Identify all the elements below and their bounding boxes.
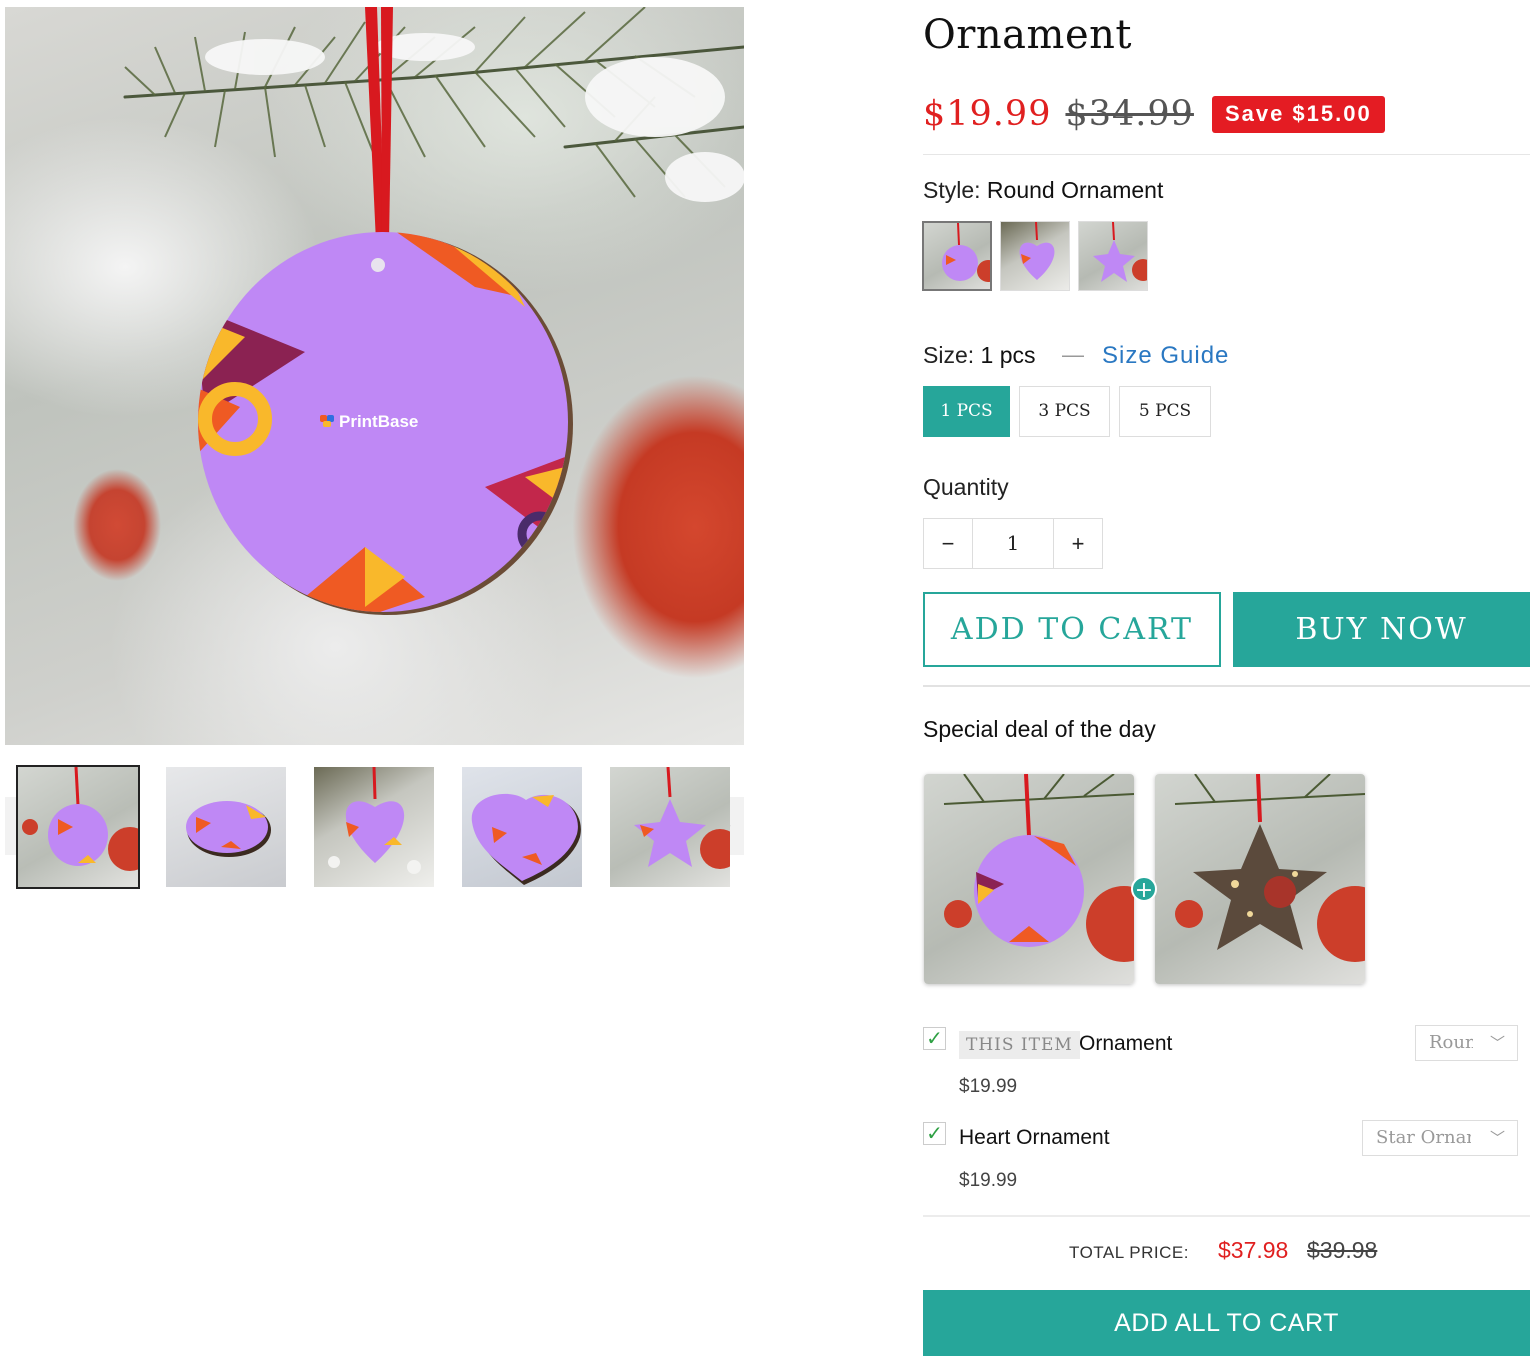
style-option-label: Style: Round Ornament (923, 177, 1163, 204)
thumbnail-4[interactable] (462, 767, 582, 887)
size-option-1-pcs[interactable]: 1 PCS (923, 386, 1010, 437)
star-ornament-deal-image (1174, 774, 1365, 962)
flat-heart-ornament-thumbnail-image (471, 793, 581, 885)
buy-now-button[interactable]: BUY NOW (1233, 592, 1530, 667)
round-ornament-thumbnail-image (22, 767, 138, 871)
total-price-label: TOTAL PRICE: (1069, 1243, 1189, 1262)
divider (923, 1215, 1530, 1217)
deal-item-2-name: Heart Ornament (959, 1126, 1110, 1149)
heart-ornament-tree-thumbnail-image (328, 767, 421, 874)
checkmark-icon: ✓ (926, 1121, 943, 1145)
deal-item-1-name: Ornament (1079, 1032, 1173, 1055)
quantity-decrease-button[interactable]: − (924, 519, 973, 568)
quantity-stepper: − 1 + (923, 518, 1103, 569)
chevron-down-icon: ﹀ (1489, 1129, 1505, 1147)
save-badge: Save $15.00 (1211, 95, 1385, 133)
main-product-image[interactable]: PrintBase (5, 7, 744, 745)
size-label: Size: (923, 342, 975, 368)
thumbnail-2[interactable] (166, 767, 286, 887)
deal-item-1-checkbox[interactable]: ✓ (923, 1027, 946, 1050)
thumbnail-5[interactable] (610, 767, 730, 887)
compare-price: $34.99 (1065, 94, 1194, 134)
style-swatch-star[interactable] (1078, 221, 1148, 291)
size-option-5-pcs[interactable]: 5 PCS (1119, 386, 1211, 437)
style-swatch-round[interactable] (922, 221, 992, 291)
plus-icon: + (1131, 876, 1157, 903)
divider (923, 685, 1530, 687)
deal-item-2-checkbox[interactable]: ✓ (923, 1122, 946, 1145)
price-row: $19.99 $34.99 Save $15.00 (923, 92, 1385, 136)
add-all-to-cart-button[interactable]: ADD ALL TO CART (923, 1290, 1530, 1356)
special-deal-title: Special deal of the day (923, 716, 1156, 742)
quantity-input[interactable]: 1 (973, 519, 1053, 568)
this-item-badge: THIS ITEM (959, 1031, 1080, 1059)
total-compare-price: $39.98 (1307, 1237, 1378, 1263)
add-to-cart-button[interactable]: ADD TO CART (923, 592, 1221, 667)
deal-item-2-variant-select[interactable]: Star Ornament ﹀ (1362, 1120, 1518, 1156)
star-ornament-thumbnail-image (634, 767, 730, 869)
size-option-label: Size: 1 pcs (923, 342, 1036, 369)
sale-price: $19.99 (923, 94, 1052, 134)
deal-item-1-variant-select[interactable]: Round Ornament ﹀ (1415, 1025, 1518, 1061)
deal-item-2-select-value: Star Ornament (1376, 1127, 1471, 1148)
flat-round-ornament-thumbnail-image (186, 801, 271, 857)
deal-item-image-star[interactable] (1155, 774, 1365, 984)
size-guide-link[interactable]: Size Guide (1102, 342, 1229, 370)
printbase-logo-text: PrintBase (339, 412, 418, 431)
style-label: Style: (923, 177, 981, 203)
checkmark-icon: ✓ (926, 1026, 943, 1050)
deal-item-1-select-value: Round Ornament (1429, 1032, 1473, 1053)
deal-item-image-round[interactable] (924, 774, 1134, 984)
size-option-3-pcs[interactable]: 3 PCS (1019, 386, 1110, 437)
thumbnail-3[interactable] (314, 767, 434, 887)
style-swatch-heart[interactable] (1000, 221, 1070, 291)
heart-ornament-swatch-image (1019, 222, 1055, 280)
chevron-down-icon: ﹀ (1489, 1034, 1505, 1052)
total-price: $37.98 (1218, 1237, 1289, 1263)
thumbnail-1[interactable] (16, 765, 140, 889)
deal-item-1-price: $19.99 (959, 1076, 1018, 1097)
quantity-increase-button[interactable]: + (1053, 519, 1102, 568)
ornament-photo: PrintBase (123, 7, 744, 615)
product-title: Ornament (923, 12, 1132, 58)
star-ornament-swatch-image (1093, 222, 1147, 282)
quantity-label: Quantity (923, 474, 1009, 500)
round-ornament-swatch-image (942, 223, 990, 282)
size-value: 1 pcs (980, 342, 1036, 368)
style-value: Round Ornament (986, 177, 1164, 203)
round-ornament-deal-image (943, 774, 1134, 962)
size-separator: — (1062, 342, 1084, 367)
divider (923, 154, 1530, 155)
deal-item-2-price: $19.99 (959, 1170, 1018, 1191)
